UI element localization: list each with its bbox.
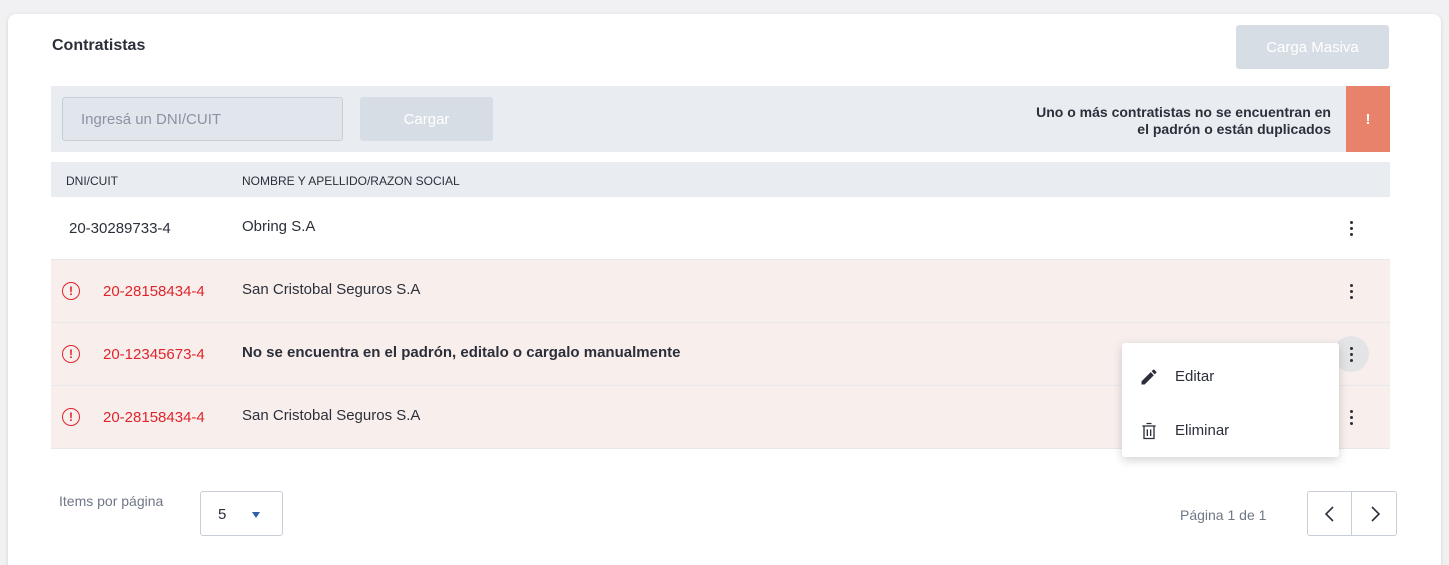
table-header: DNI/CUIT NOMBRE Y APELLIDO/RAZON SOCIAL: [51, 162, 1390, 197]
menu-item-label: Editar: [1175, 368, 1215, 385]
warning-message-line1: Uno o más contratistas no se encuentran …: [1036, 104, 1331, 120]
table-row: ! 20-28158434-4 San Cristobal Seguros S.…: [51, 260, 1390, 323]
load-button[interactable]: Cargar: [360, 97, 493, 141]
menu-item-label: Eliminar: [1175, 422, 1230, 439]
previous-page-button[interactable]: [1308, 492, 1352, 535]
row-dni: 20-28158434-4: [103, 409, 205, 426]
row-actions-kebab-icon[interactable]: [1333, 210, 1369, 246]
menu-item-edit[interactable]: Editar: [1122, 351, 1339, 403]
items-per-page-label: Items por página: [59, 493, 164, 509]
row-context-menu: Editar Eliminar: [1122, 343, 1339, 457]
warning-message-line2: el padrón o están duplicados: [1137, 121, 1331, 137]
row-name: No se encuentra en el padrón, editalo o …: [242, 344, 681, 361]
dni-cuit-input[interactable]: [62, 97, 343, 141]
items-per-page-select[interactable]: 5: [200, 491, 283, 536]
row-dni: 20-12345673-4: [103, 346, 205, 363]
chevron-left-icon: [1324, 505, 1334, 522]
next-page-button[interactable]: [1353, 492, 1397, 535]
pagination: [1307, 491, 1397, 536]
trash-icon: [1142, 422, 1156, 440]
error-alert-icon: !: [62, 282, 80, 300]
warning-badge: !: [1346, 86, 1390, 152]
row-actions-kebab-icon[interactable]: [1333, 273, 1369, 309]
row-name: San Cristobal Seguros S.A: [242, 407, 421, 424]
table-row: 20-30289733-4 Obring S.A: [51, 197, 1390, 260]
chevron-right-icon: [1371, 505, 1381, 522]
column-header-dni[interactable]: DNI/CUIT: [66, 174, 118, 188]
page-title: Contratistas: [52, 37, 146, 54]
row-dni: 20-30289733-4: [69, 220, 171, 237]
warning-message: Uno o más contratistas no se encuentran …: [991, 104, 1331, 138]
row-dni: 20-28158434-4: [103, 283, 205, 300]
items-per-page-value: 5: [218, 506, 227, 523]
pencil-icon: [1141, 369, 1157, 385]
menu-item-delete[interactable]: Eliminar: [1122, 405, 1339, 457]
caret-down-icon: [252, 512, 260, 518]
row-name: Obring S.A: [242, 218, 316, 235]
row-name: San Cristobal Seguros S.A: [242, 281, 421, 298]
add-contractor-toolbar: Cargar Uno o más contratistas no se encu…: [51, 86, 1390, 152]
bulk-upload-button[interactable]: Carga Masiva: [1236, 25, 1389, 69]
column-header-name[interactable]: NOMBRE Y APELLIDO/RAZON SOCIAL: [242, 174, 460, 188]
page-info: Página 1 de 1: [1180, 507, 1267, 523]
error-alert-icon: !: [62, 345, 80, 363]
error-alert-icon: !: [62, 408, 80, 426]
